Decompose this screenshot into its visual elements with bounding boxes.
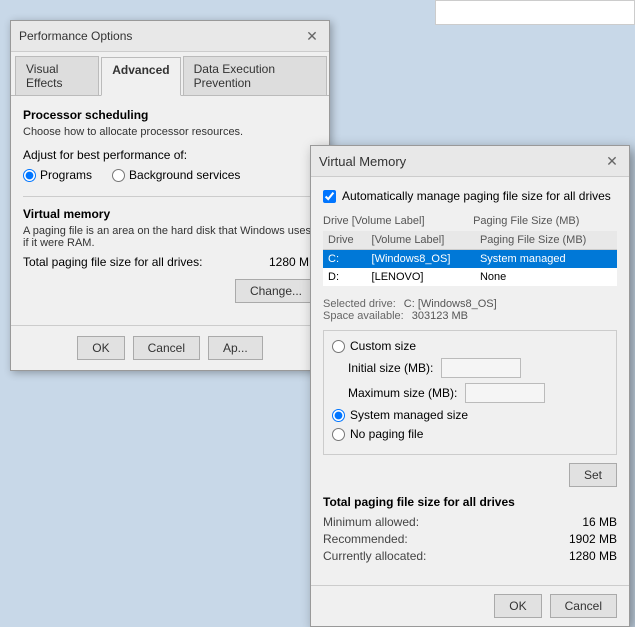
- vm-section-title: Virtual memory: [23, 207, 317, 221]
- currently-label: Currently allocated:: [323, 549, 426, 563]
- performance-radio-group: Programs Background services: [23, 168, 317, 182]
- vm-titlebar: Virtual Memory ✕: [311, 146, 629, 177]
- processor-section-desc: Choose how to allocate processor resourc…: [23, 126, 317, 138]
- drive-table-body: C: [Windows8_OS] System managed D: [LENO…: [323, 250, 617, 287]
- minimum-label: Minimum allowed:: [323, 515, 419, 529]
- background-radio-item[interactable]: Background services: [112, 168, 240, 182]
- space-available-value: 303123 MB: [412, 310, 468, 322]
- space-available-row: Space available: 303123 MB: [323, 310, 617, 322]
- vm-total-row: Total paging file size for all drives: 1…: [23, 255, 317, 269]
- table-row[interactable]: D: [LENOVO] None: [323, 268, 617, 286]
- space-available-label: Space available:: [323, 310, 404, 322]
- drive-table-label: Drive [Volume Label] Paging File Size (M…: [323, 215, 617, 227]
- recommended-row: Recommended: 1902 MB: [323, 532, 617, 546]
- currently-row: Currently allocated: 1280 MB: [323, 549, 617, 563]
- vm-close-button[interactable]: ✕: [603, 152, 621, 170]
- vm-desc: A paging file is an area on the hard dis…: [23, 225, 317, 249]
- processor-section-title: Processor scheduling: [23, 108, 317, 122]
- perf-ok-button[interactable]: OK: [77, 336, 124, 360]
- set-button[interactable]: Set: [569, 463, 617, 487]
- selected-drive-value: C: [Windows8_OS]: [404, 298, 497, 310]
- vm-cancel-button[interactable]: Cancel: [550, 594, 617, 618]
- minimum-value: 16 MB: [582, 515, 617, 529]
- perf-apply-button[interactable]: Ap...: [208, 336, 263, 360]
- drive-label: [LENOVO]: [367, 268, 475, 286]
- tab-visual-effects[interactable]: Visual Effects: [15, 56, 99, 95]
- vm-window-title: Virtual Memory: [319, 154, 406, 169]
- paging-size: System managed: [475, 250, 617, 269]
- max-size-row: Maximum size (MB):: [348, 383, 608, 403]
- col-label-header: [Volume Label]: [367, 231, 475, 250]
- auto-manage-checkbox[interactable]: [323, 190, 336, 203]
- perf-footer: OK Cancel Ap...: [11, 325, 329, 370]
- size-section: Custom size Initial size (MB): Maximum s…: [323, 330, 617, 455]
- change-button[interactable]: Change...: [235, 279, 317, 303]
- drive-letter: D:: [323, 268, 367, 286]
- total-section: Total paging file size for all drives Mi…: [323, 495, 617, 563]
- table-row[interactable]: C: [Windows8_OS] System managed: [323, 250, 617, 269]
- perf-content: Processor scheduling Choose how to alloc…: [11, 96, 329, 325]
- change-btn-row: Change...: [23, 279, 317, 303]
- recommended-value: 1902 MB: [569, 532, 617, 546]
- minimum-row: Minimum allowed: 16 MB: [323, 515, 617, 529]
- vm-footer: OK Cancel: [311, 585, 629, 626]
- system-managed-radio[interactable]: [332, 409, 345, 422]
- section-divider: [23, 196, 317, 197]
- set-btn-row: Set: [323, 463, 617, 487]
- no-paging-radio[interactable]: [332, 428, 345, 441]
- drive-table-header: Drive [Volume Label] Paging File Size (M…: [323, 231, 617, 250]
- tab-bar: Visual Effects Advanced Data Execution P…: [11, 52, 329, 96]
- max-size-input[interactable]: [465, 383, 545, 403]
- perf-titlebar: Performance Options ✕: [11, 21, 329, 52]
- system-managed-radio-row: System managed size: [332, 408, 608, 422]
- total-section-title: Total paging file size for all drives: [323, 495, 617, 509]
- recommended-label: Recommended:: [323, 532, 408, 546]
- currently-value: 1280 MB: [569, 549, 617, 563]
- col-drive-header: Drive: [323, 231, 367, 250]
- performance-options-window: Performance Options ✕ Visual Effects Adv…: [10, 20, 330, 371]
- vm-content: Automatically manage paging file size fo…: [311, 177, 629, 585]
- vm-ok-button[interactable]: OK: [494, 594, 541, 618]
- initial-size-label: Initial size (MB):: [348, 361, 433, 375]
- programs-radio[interactable]: [23, 169, 36, 182]
- perf-close-button[interactable]: ✕: [303, 27, 321, 45]
- tab-dep[interactable]: Data Execution Prevention: [183, 56, 327, 95]
- programs-radio-item[interactable]: Programs: [23, 168, 92, 182]
- perf-cancel-button[interactable]: Cancel: [133, 336, 200, 360]
- perf-window-title: Performance Options: [19, 29, 132, 43]
- system-managed-label: System managed size: [350, 408, 468, 422]
- drive-letter: C:: [323, 250, 367, 269]
- custom-size-radio[interactable]: [332, 340, 345, 353]
- vm-total-label: Total paging file size for all drives:: [23, 255, 202, 269]
- selected-drive-info: Selected drive: C: [Windows8_OS] Space a…: [323, 294, 617, 322]
- custom-size-label: Custom size: [350, 339, 416, 353]
- max-size-label: Maximum size (MB):: [348, 386, 457, 400]
- no-paging-radio-row: No paging file: [332, 427, 608, 441]
- no-paging-label: No paging file: [350, 427, 423, 441]
- tab-advanced[interactable]: Advanced: [101, 57, 180, 96]
- adjust-label: Adjust for best performance of:: [23, 148, 317, 162]
- drive-label: [Windows8_OS]: [367, 250, 475, 269]
- initial-size-input[interactable]: [441, 358, 521, 378]
- custom-size-radio-row: Custom size: [332, 339, 608, 353]
- search-box[interactable]: [435, 0, 635, 25]
- auto-manage-row: Automatically manage paging file size fo…: [323, 189, 617, 203]
- drive-table: Drive [Volume Label] Paging File Size (M…: [323, 231, 617, 286]
- background-radio[interactable]: [112, 169, 125, 182]
- selected-drive-label: Selected drive:: [323, 298, 396, 310]
- selected-drive-row: Selected drive: C: [Windows8_OS]: [323, 298, 617, 310]
- auto-manage-label: Automatically manage paging file size fo…: [342, 189, 611, 203]
- virtual-memory-window: Virtual Memory ✕ Automatically manage pa…: [310, 145, 630, 627]
- paging-size: None: [475, 268, 617, 286]
- initial-size-row: Initial size (MB):: [348, 358, 608, 378]
- col-paging-header: Paging File Size (MB): [475, 231, 617, 250]
